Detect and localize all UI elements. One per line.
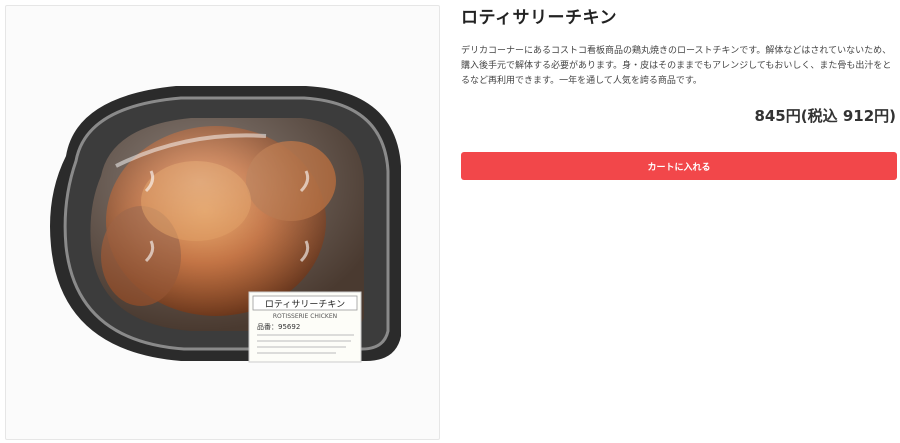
- product-label-sticker: ロティサリーチキン ROTISSERIE CHICKEN 品番：95692: [248, 291, 362, 363]
- rotisserie-chicken-photo: ロティサリーチキン ROTISSERIE CHICKEN 品番：95692: [50, 86, 401, 363]
- label-title: ロティサリーチキン: [265, 299, 345, 310]
- product-price: 845円(税込 912円): [754, 107, 896, 125]
- add-to-cart-button[interactable]: カートに入れる: [461, 152, 897, 180]
- product-image: ロティサリーチキン ROTISSERIE CHICKEN 品番：95692: [5, 5, 440, 440]
- product-title: ロティサリーチキン: [461, 8, 617, 28]
- label-item-number: 品番：95692: [257, 323, 300, 331]
- label-subtitle: ROTISSERIE CHICKEN: [273, 313, 337, 320]
- product-page: ロティサリーチキン ROTISSERIE CHICKEN 品番：95692 ロテ…: [0, 0, 900, 443]
- product-description: デリカコーナーにあるコストコ看板商品の鶏丸焼きのローストチキンです。解体などはさ…: [461, 46, 892, 86]
